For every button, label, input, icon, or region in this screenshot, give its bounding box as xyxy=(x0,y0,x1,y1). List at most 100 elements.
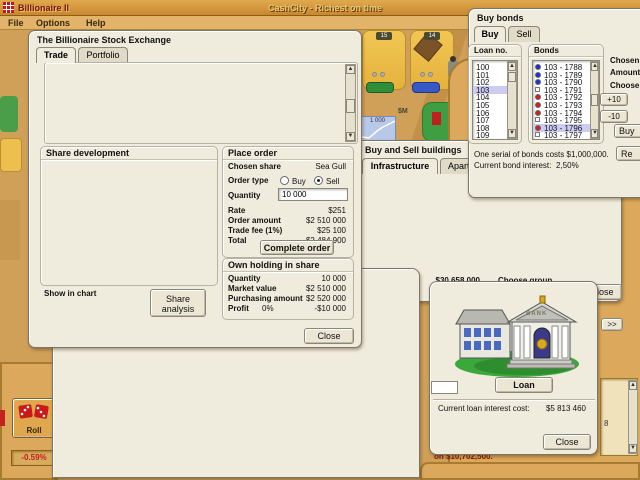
rate-label: Rate xyxy=(228,206,245,215)
map-patch-tile xyxy=(0,138,22,172)
mini-chart-value: 1 000 xyxy=(370,118,385,124)
bonds-legend: Bonds xyxy=(529,45,603,57)
tab-portfolio[interactable]: Portfolio xyxy=(78,47,128,63)
bond-blue-dot xyxy=(535,64,541,70)
bonds-buy-button[interactable]: Buy xyxy=(614,124,640,138)
order-amount-label: Order amount xyxy=(228,216,281,225)
quantity-input[interactable] xyxy=(278,188,348,201)
bond-square-marker xyxy=(535,87,540,92)
share-development-legend: Share development xyxy=(41,147,217,160)
bank-sign: BANK xyxy=(526,311,547,317)
bond-square-marker xyxy=(535,117,540,122)
bond-square-marker xyxy=(535,132,540,137)
stock-window-title: The Billionaire Stock Exchange xyxy=(37,35,171,45)
quantity-label: Quantity xyxy=(228,191,260,200)
share-analysis-label-2: analysis xyxy=(151,304,205,314)
roll-label: Roll xyxy=(13,426,55,435)
mini-chart-label: $M xyxy=(398,108,408,115)
bonds-list-scrollbar[interactable]: ▲▼ xyxy=(590,61,599,139)
blue-car-icon[interactable] xyxy=(412,82,440,93)
holding-quantity-value: 10 000 xyxy=(296,274,346,283)
own-holding-legend: Own holding in share xyxy=(223,259,353,272)
bond-label: 103 - 1797 xyxy=(544,131,582,140)
right-list-item: 8 xyxy=(604,419,608,428)
scroll-thumb[interactable] xyxy=(591,94,598,106)
complete-order-button[interactable]: Complete order xyxy=(260,240,334,255)
order-type-label: Order type xyxy=(228,176,268,185)
bond-cost-note: One serial of bonds costs $1,000,000. xyxy=(474,150,609,159)
menu-file[interactable]: File xyxy=(8,18,24,28)
tab-trade[interactable]: Trade xyxy=(36,47,76,63)
order-amount-value: $2 510 000 xyxy=(290,216,346,225)
trade-fee-value: $25 100 xyxy=(296,226,346,235)
menu-help[interactable]: Help xyxy=(86,18,106,28)
clipped-input[interactable] xyxy=(431,381,458,394)
tab-sell[interactable]: Sell xyxy=(508,26,540,42)
radio-sell[interactable] xyxy=(314,176,323,185)
scroll-down-icon[interactable]: ▼ xyxy=(346,132,355,141)
stock-table-scrollbar[interactable]: ▲ ▼ xyxy=(345,64,356,142)
loan-no-legend: Loan no. xyxy=(469,45,521,57)
coin-icon xyxy=(428,72,433,77)
more-button[interactable]: >> xyxy=(601,318,623,331)
profit-value: -$10 000 xyxy=(296,304,346,313)
loan-number-list[interactable]: 100101102103104105106107108109▲▼ xyxy=(472,60,518,140)
profit-percent: 0% xyxy=(262,304,274,313)
scroll-up-icon[interactable]: ▲ xyxy=(629,381,637,390)
chosen-share-value: Sea Gull xyxy=(296,162,346,171)
right-list[interactable]: ▲ ▼ 8 xyxy=(600,378,638,456)
scroll-thumb[interactable] xyxy=(508,72,516,82)
tile-badge: 14 xyxy=(424,32,440,40)
right-list-scrollbar[interactable]: ▲ ▼ xyxy=(628,380,638,454)
bonds-window-title: Buy bonds xyxy=(477,13,524,23)
divider xyxy=(433,399,595,400)
scroll-up-icon[interactable]: ▲ xyxy=(346,65,355,74)
coin-icon xyxy=(380,72,385,77)
scroll-down-icon[interactable]: ▼ xyxy=(508,129,516,138)
coin-icon xyxy=(420,72,425,77)
app-title: Billionaire II xyxy=(18,3,69,13)
loan-button[interactable]: Loan xyxy=(495,377,553,393)
radio-buy-label[interactable]: Buy xyxy=(292,177,306,186)
bank-illustration: BANK xyxy=(452,294,582,380)
menu-options[interactable]: Options xyxy=(36,18,70,28)
tab-buy[interactable]: Buy xyxy=(474,26,506,42)
loan-close-button[interactable]: Close xyxy=(543,434,591,450)
game-screen: 15 14 $M 1 000 >> 42 63976 27028 94089 9… xyxy=(0,0,640,480)
person-head-icon xyxy=(450,56,456,62)
scroll-thumb[interactable] xyxy=(346,99,355,113)
purchasing-amount-value: $2 520 000 xyxy=(290,294,346,303)
scroll-up-icon[interactable]: ▲ xyxy=(591,62,598,71)
game-panel-bottom xyxy=(420,462,640,480)
loan-list-scrollbar[interactable]: ▲▼ xyxy=(507,61,517,139)
bonds-reset-button[interactable]: Re xyxy=(616,146,640,161)
tab-infrastructure[interactable]: Infrastructure xyxy=(362,158,438,174)
trade-fee-label: Trade fee (1%) xyxy=(228,226,282,235)
holding-quantity-label: Quantity xyxy=(228,274,260,283)
minus-ten-button[interactable]: -10 xyxy=(600,110,628,123)
map-patch-block xyxy=(0,200,20,260)
share-analysis-button[interactable]: Share analysis xyxy=(150,289,206,317)
bond-interest-value: 2,50% xyxy=(556,161,579,170)
share-analysis-label-1: Share xyxy=(151,294,205,304)
market-value-value: $2 510 000 xyxy=(290,284,346,293)
tile-badge: 15 xyxy=(376,32,392,40)
roll-dice-button[interactable]: Roll xyxy=(12,398,56,438)
bond-blue-dot xyxy=(535,79,541,85)
green-car-icon[interactable] xyxy=(366,82,394,93)
scroll-down-icon[interactable]: ▼ xyxy=(591,129,598,138)
scroll-down-icon[interactable]: ▼ xyxy=(629,444,637,453)
radio-sell-label[interactable]: Sell xyxy=(326,177,339,186)
buildings-window-title: Buy and Sell buildings xyxy=(365,145,462,155)
bonds-list[interactable]: 103 - 1788103 - 1789103 - 1790103 - 1791… xyxy=(532,60,600,140)
dice-fragment xyxy=(0,410,5,426)
scroll-up-icon[interactable]: ▲ xyxy=(508,62,516,71)
bond-red-dot xyxy=(535,102,541,108)
loan-interest-value: $5 813 460 xyxy=(526,404,586,413)
chosen-bonds-label: Chosen xyxy=(610,56,639,65)
map-patch-green xyxy=(0,96,18,132)
radio-buy[interactable] xyxy=(280,176,289,185)
stock-close-button[interactable]: Close xyxy=(304,328,354,344)
total-label: Total xyxy=(228,236,247,245)
plus-ten-button[interactable]: +10 xyxy=(600,93,628,106)
